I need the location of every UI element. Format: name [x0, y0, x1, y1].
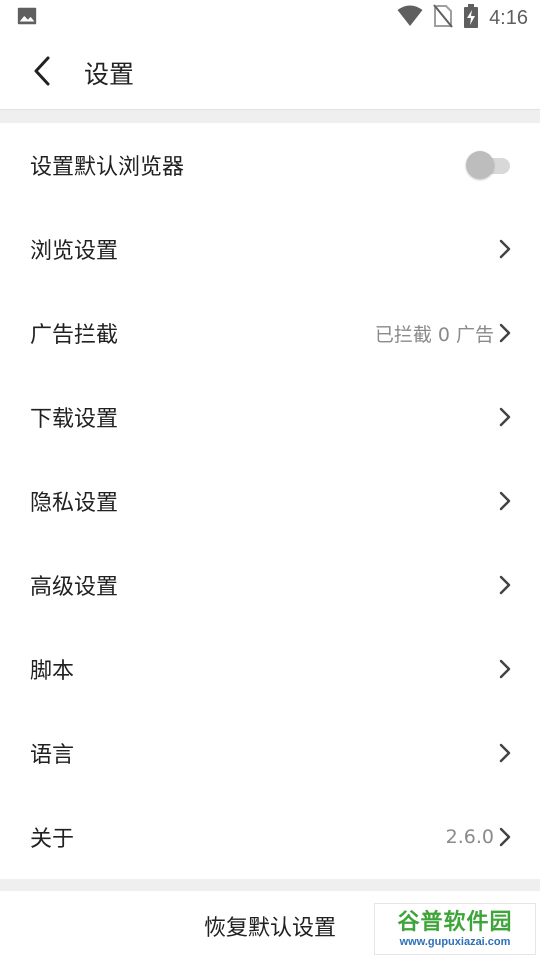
status-bar: 4:16	[0, 0, 540, 36]
setting-default-browser[interactable]: 设置默认浏览器	[0, 123, 540, 207]
back-arrow-icon	[32, 56, 52, 90]
settings-list: 设置默认浏览器 浏览设置 广告拦截 已拦截 0 广告 下载设置 隐私设置 高级设…	[0, 123, 540, 879]
setting-language[interactable]: 语言	[0, 711, 540, 795]
setting-browse[interactable]: 浏览设置	[0, 207, 540, 291]
watermark-url: www.gupuxiazai.com	[399, 936, 511, 948]
chevron-right-icon	[498, 658, 512, 680]
watermark-logo: 谷普软件园 www.gupuxiazai.com	[374, 903, 536, 955]
chevron-right-icon	[498, 490, 512, 512]
setting-advanced[interactable]: 高级设置	[0, 543, 540, 627]
watermark-title: 谷普软件园	[397, 909, 513, 934]
setting-label: 关于	[30, 827, 75, 852]
setting-label: 高级设置	[30, 575, 119, 600]
restore-defaults-label: 恢复默认设置	[203, 915, 336, 941]
setting-download[interactable]: 下载设置	[0, 375, 540, 459]
back-button[interactable]	[10, 41, 74, 105]
default-browser-toggle[interactable]	[466, 150, 514, 180]
no-sim-icon	[433, 4, 453, 32]
chevron-right-icon	[498, 406, 512, 428]
ad-block-count: 已拦截 0 广告	[374, 323, 494, 346]
setting-label: 设置默认浏览器	[30, 155, 185, 180]
setting-ad-block[interactable]: 广告拦截 已拦截 0 广告	[0, 291, 540, 375]
chevron-right-icon	[498, 238, 512, 260]
image-icon	[16, 5, 38, 31]
chevron-right-icon	[498, 574, 512, 596]
setting-label: 脚本	[30, 659, 75, 684]
section-divider	[0, 879, 540, 891]
chevron-right-icon	[498, 826, 512, 848]
chevron-right-icon	[498, 742, 512, 764]
page-title: 设置	[84, 60, 135, 89]
setting-label: 语言	[30, 743, 75, 768]
setting-about[interactable]: 关于 2.6.0	[0, 795, 540, 879]
chevron-right-icon	[498, 322, 512, 344]
section-divider	[0, 109, 540, 123]
app-bar: 设置	[0, 36, 540, 110]
battery-charging-icon	[463, 4, 479, 32]
setting-label: 隐私设置	[30, 491, 119, 516]
toggle-thumb	[466, 151, 494, 179]
app-version: 2.6.0	[445, 826, 494, 848]
setting-label: 下载设置	[30, 407, 119, 432]
setting-script[interactable]: 脚本	[0, 627, 540, 711]
setting-label: 广告拦截	[30, 323, 119, 348]
setting-label: 浏览设置	[30, 239, 119, 264]
status-time: 4:16	[489, 6, 528, 29]
setting-privacy[interactable]: 隐私设置	[0, 459, 540, 543]
wifi-icon	[397, 5, 423, 31]
